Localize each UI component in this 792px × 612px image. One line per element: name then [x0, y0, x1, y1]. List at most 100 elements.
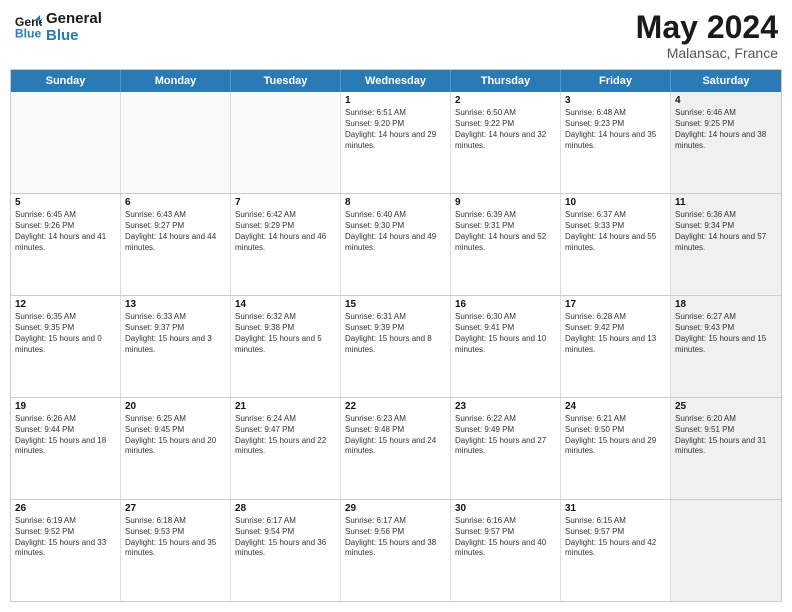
day-number: 19 [15, 401, 116, 412]
cell-info: Sunrise: 6:30 AMSunset: 9:41 PMDaylight:… [455, 312, 556, 355]
logo: General Blue General Blue [14, 10, 102, 45]
calendar-cell-1-1: 6 Sunrise: 6:43 AMSunset: 9:27 PMDaylight… [121, 194, 231, 295]
cell-info: Sunrise: 6:26 AMSunset: 9:44 PMDaylight:… [15, 414, 116, 457]
col-header-tuesday: Tuesday [231, 70, 341, 92]
day-number: 21 [235, 401, 336, 412]
cell-info: Sunrise: 6:24 AMSunset: 9:47 PMDaylight:… [235, 414, 336, 457]
svg-text:Blue: Blue [15, 27, 42, 41]
calendar-cell-0-1 [121, 92, 231, 193]
day-number: 26 [15, 503, 116, 514]
day-number: 1 [345, 95, 446, 106]
calendar-cell-3-0: 19 Sunrise: 6:26 AMSunset: 9:44 PMDayligh… [11, 398, 121, 499]
cell-info: Sunrise: 6:46 AMSunset: 9:25 PMDaylight:… [675, 108, 777, 151]
cell-info: Sunrise: 6:39 AMSunset: 9:31 PMDaylight:… [455, 210, 556, 253]
calendar-cell-4-0: 26 Sunrise: 6:19 AMSunset: 9:52 PMDayligh… [11, 500, 121, 601]
calendar-row-0: 1 Sunrise: 6:51 AMSunset: 9:20 PMDaylight… [11, 92, 781, 193]
cell-info: Sunrise: 6:43 AMSunset: 9:27 PMDaylight:… [125, 210, 226, 253]
day-number: 6 [125, 197, 226, 208]
day-number: 10 [565, 197, 666, 208]
cell-info: Sunrise: 6:51 AMSunset: 9:20 PMDaylight:… [345, 108, 446, 151]
calendar-cell-1-6: 11Sunrise: 6:36 AMSunset: 9:34 PMDayligh… [671, 194, 781, 295]
day-number: 3 [565, 95, 666, 106]
col-header-saturday: Saturday [671, 70, 781, 92]
calendar-cell-4-2: 28 Sunrise: 6:17 AMSunset: 9:54 PMDayligh… [231, 500, 341, 601]
cell-info: Sunrise: 6:20 AMSunset: 9:51 PMDaylight:… [675, 414, 777, 457]
logo-general: General [46, 10, 102, 27]
calendar-cell-2-3: 15Sunrise: 6:31 AMSunset: 9:39 PMDayligh… [341, 296, 451, 397]
calendar-cell-3-6: 25 Sunrise: 6:20 AMSunset: 9:51 PMDayligh… [671, 398, 781, 499]
day-number: 20 [125, 401, 226, 412]
cell-info: Sunrise: 6:48 AMSunset: 9:23 PMDaylight:… [565, 108, 666, 151]
day-number: 7 [235, 197, 336, 208]
col-header-thursday: Thursday [451, 70, 561, 92]
calendar-header: SundayMondayTuesdayWednesdayThursdayFrid… [11, 70, 781, 92]
day-number: 17 [565, 299, 666, 310]
day-number: 14 [235, 299, 336, 310]
calendar-body: 1 Sunrise: 6:51 AMSunset: 9:20 PMDaylight… [11, 92, 781, 601]
calendar-cell-1-3: 8 Sunrise: 6:40 AMSunset: 9:30 PMDaylight… [341, 194, 451, 295]
calendar-cell-2-0: 12Sunrise: 6:35 AMSunset: 9:35 PMDayligh… [11, 296, 121, 397]
calendar-cell-3-3: 22 Sunrise: 6:23 AMSunset: 9:48 PMDayligh… [341, 398, 451, 499]
day-number: 4 [675, 95, 777, 106]
cell-info: Sunrise: 6:19 AMSunset: 9:52 PMDaylight:… [15, 516, 116, 559]
cell-info: Sunrise: 6:42 AMSunset: 9:29 PMDaylight:… [235, 210, 336, 253]
main-title: May 2024 [636, 10, 778, 45]
calendar-row-3: 19 Sunrise: 6:26 AMSunset: 9:44 PMDayligh… [11, 397, 781, 499]
calendar-cell-2-4: 16Sunrise: 6:30 AMSunset: 9:41 PMDayligh… [451, 296, 561, 397]
calendar-row-4: 26 Sunrise: 6:19 AMSunset: 9:52 PMDayligh… [11, 499, 781, 601]
day-number: 9 [455, 197, 556, 208]
calendar-cell-0-4: 2Sunrise: 6:50 AMSunset: 9:22 PMDaylight… [451, 92, 561, 193]
cell-info: Sunrise: 6:15 AMSunset: 9:57 PMDaylight:… [565, 516, 666, 559]
calendar-cell-4-4: 30Sunrise: 6:16 AMSunset: 9:57 PMDayligh… [451, 500, 561, 601]
cell-info: Sunrise: 6:40 AMSunset: 9:30 PMDaylight:… [345, 210, 446, 253]
calendar-cell-3-1: 20 Sunrise: 6:25 AMSunset: 9:45 PMDayligh… [121, 398, 231, 499]
day-number: 5 [15, 197, 116, 208]
calendar-cell-0-3: 1 Sunrise: 6:51 AMSunset: 9:20 PMDaylight… [341, 92, 451, 193]
calendar-cell-4-6 [671, 500, 781, 601]
cell-info: Sunrise: 6:17 AMSunset: 9:56 PMDaylight:… [345, 516, 446, 559]
day-number: 27 [125, 503, 226, 514]
calendar-row-2: 12Sunrise: 6:35 AMSunset: 9:35 PMDayligh… [11, 295, 781, 397]
cell-info: Sunrise: 6:18 AMSunset: 9:53 PMDaylight:… [125, 516, 226, 559]
day-number: 31 [565, 503, 666, 514]
day-number: 24 [565, 401, 666, 412]
calendar-cell-3-4: 23 Sunrise: 6:22 AMSunset: 9:49 PMDayligh… [451, 398, 561, 499]
calendar-cell-3-2: 21 Sunrise: 6:24 AMSunset: 9:47 PMDayligh… [231, 398, 341, 499]
cell-info: Sunrise: 6:22 AMSunset: 9:49 PMDaylight:… [455, 414, 556, 457]
calendar-cell-4-5: 31 Sunrise: 6:15 AMSunset: 9:57 PMDayligh… [561, 500, 671, 601]
calendar-row-1: 5 Sunrise: 6:45 AMSunset: 9:26 PMDaylight… [11, 193, 781, 295]
cell-info: Sunrise: 6:28 AMSunset: 9:42 PMDaylight:… [565, 312, 666, 355]
calendar-cell-1-2: 7 Sunrise: 6:42 AMSunset: 9:29 PMDaylight… [231, 194, 341, 295]
calendar-cell-4-3: 29Sunrise: 6:17 AMSunset: 9:56 PMDayligh… [341, 500, 451, 601]
logo-icon: General Blue [14, 13, 42, 41]
cell-info: Sunrise: 6:35 AMSunset: 9:35 PMDaylight:… [15, 312, 116, 355]
calendar-cell-4-1: 27 Sunrise: 6:18 AMSunset: 9:53 PMDayligh… [121, 500, 231, 601]
cell-info: Sunrise: 6:36 AMSunset: 9:34 PMDaylight:… [675, 210, 777, 253]
cell-info: Sunrise: 6:27 AMSunset: 9:43 PMDaylight:… [675, 312, 777, 355]
col-header-monday: Monday [121, 70, 231, 92]
cell-info: Sunrise: 6:16 AMSunset: 9:57 PMDaylight:… [455, 516, 556, 559]
cell-info: Sunrise: 6:50 AMSunset: 9:22 PMDaylight:… [455, 108, 556, 151]
title-block: May 2024 Malansac, France [636, 10, 778, 61]
calendar-cell-2-5: 17 Sunrise: 6:28 AMSunset: 9:42 PMDayligh… [561, 296, 671, 397]
calendar-cell-2-1: 13Sunrise: 6:33 AMSunset: 9:37 PMDayligh… [121, 296, 231, 397]
calendar-cell-2-2: 14Sunrise: 6:32 AMSunset: 9:38 PMDayligh… [231, 296, 341, 397]
day-number: 22 [345, 401, 446, 412]
day-number: 28 [235, 503, 336, 514]
cell-info: Sunrise: 6:17 AMSunset: 9:54 PMDaylight:… [235, 516, 336, 559]
calendar: SundayMondayTuesdayWednesdayThursdayFrid… [10, 69, 782, 602]
cell-info: Sunrise: 6:23 AMSunset: 9:48 PMDaylight:… [345, 414, 446, 457]
cell-info: Sunrise: 6:31 AMSunset: 9:39 PMDaylight:… [345, 312, 446, 355]
cell-info: Sunrise: 6:25 AMSunset: 9:45 PMDaylight:… [125, 414, 226, 457]
page: General Blue General Blue May 2024 Malan… [0, 0, 792, 612]
day-number: 25 [675, 401, 777, 412]
calendar-cell-1-0: 5 Sunrise: 6:45 AMSunset: 9:26 PMDaylight… [11, 194, 121, 295]
calendar-cell-1-4: 9 Sunrise: 6:39 AMSunset: 9:31 PMDaylight… [451, 194, 561, 295]
col-header-sunday: Sunday [11, 70, 121, 92]
day-number: 8 [345, 197, 446, 208]
calendar-cell-1-5: 10Sunrise: 6:37 AMSunset: 9:33 PMDayligh… [561, 194, 671, 295]
day-number: 23 [455, 401, 556, 412]
calendar-cell-0-5: 3 Sunrise: 6:48 AMSunset: 9:23 PMDaylight… [561, 92, 671, 193]
cell-info: Sunrise: 6:21 AMSunset: 9:50 PMDaylight:… [565, 414, 666, 457]
cell-info: Sunrise: 6:45 AMSunset: 9:26 PMDaylight:… [15, 210, 116, 253]
